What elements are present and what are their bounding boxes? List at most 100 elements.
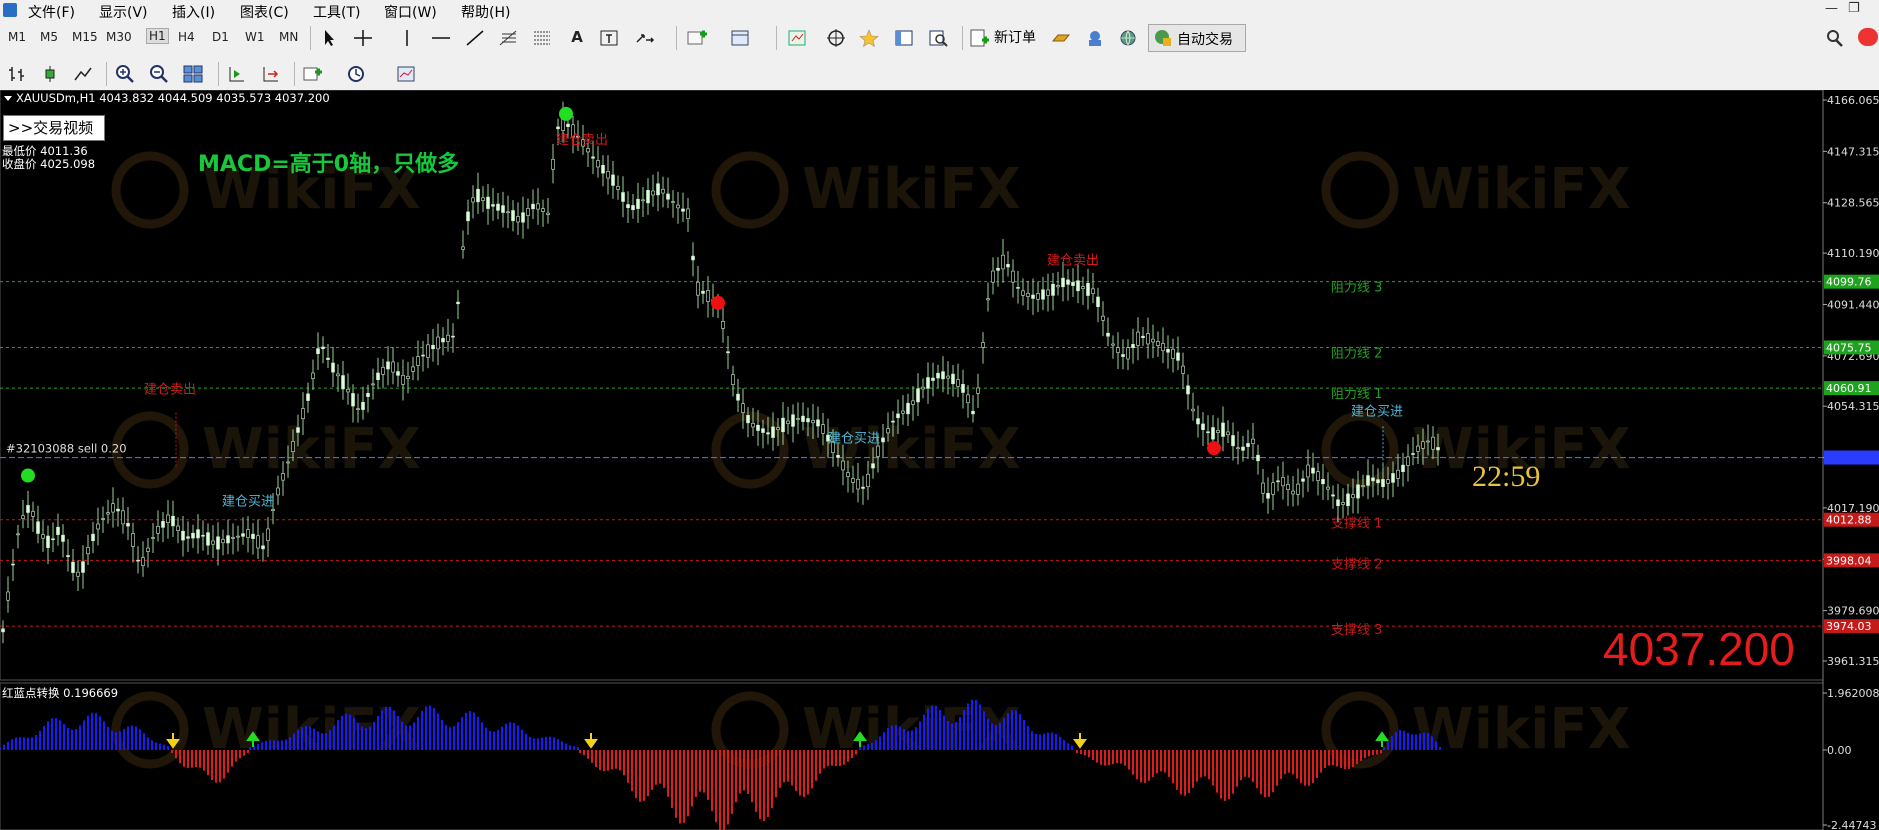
menu-file[interactable]: 文件(F): [28, 2, 75, 22]
watermark-logo: [111, 151, 189, 229]
candle-body: [1206, 431, 1210, 434]
candle-body: [726, 351, 730, 354]
chart-shift-icon[interactable]: [226, 64, 248, 84]
timeframe-h4[interactable]: H4: [178, 30, 195, 44]
candle-body: [66, 555, 70, 558]
templates-dropdown-icon[interactable]: [396, 64, 418, 84]
zoom-in-icon[interactable]: [114, 64, 136, 84]
timeframe-m30[interactable]: M30: [106, 30, 132, 44]
candle-body: [491, 204, 495, 207]
candle-body: [796, 418, 800, 420]
navigator-icon[interactable]: [825, 28, 847, 48]
horizontal-line-icon[interactable]: [430, 28, 452, 48]
candle-body: [76, 571, 80, 577]
indicator-axis-tick: -2.44743: [1827, 819, 1876, 830]
auto-trade-button[interactable]: 自动交易: [1148, 24, 1246, 52]
indicators-icon[interactable]: [302, 64, 324, 84]
menu-view[interactable]: 显示(V): [99, 2, 148, 22]
data-window-icon[interactable]: [893, 28, 915, 48]
autoscroll-icon[interactable]: [260, 64, 282, 84]
trendline-icon[interactable]: [464, 28, 486, 48]
menu-tools[interactable]: 工具(T): [313, 2, 360, 22]
video-button[interactable]: >>交易视频: [3, 115, 105, 141]
candlestick-icon[interactable]: [39, 64, 61, 84]
timeframe-w1[interactable]: W1: [245, 30, 265, 44]
timeframe-h1[interactable]: H1: [146, 28, 169, 44]
globe-icon[interactable]: [1117, 28, 1139, 48]
candle-body: [601, 165, 605, 174]
vertical-line-icon[interactable]: [396, 28, 418, 48]
notification-icon[interactable]: [1858, 28, 1878, 46]
new-order-icon[interactable]: [968, 28, 990, 48]
auto-trade-label: 自动交易: [1177, 32, 1233, 48]
candle-body: [636, 198, 640, 209]
timeframe-m5[interactable]: M5: [40, 30, 58, 44]
menu-window[interactable]: 窗口(W): [384, 2, 437, 22]
crosshair-icon[interactable]: [352, 28, 374, 48]
candle-body: [1296, 483, 1300, 495]
candle-body: [1036, 293, 1040, 300]
signal-label-sell: 建仓卖出: [556, 133, 608, 148]
candle-body: [1331, 494, 1335, 497]
price-chart[interactable]: WikiFX WikiFX WikiFXWikiFX WikiFX WikiFXWiki…: [0, 90, 1879, 830]
fibonacci-icon[interactable]: [497, 28, 519, 48]
timeframe-mn[interactable]: MN: [279, 30, 298, 44]
candle-body: [1001, 254, 1005, 270]
candle-body: [761, 428, 765, 433]
tile-icon[interactable]: [182, 64, 204, 84]
options-icon[interactable]: [1084, 28, 1106, 48]
zoom-out-icon[interactable]: [148, 64, 170, 84]
candle-body: [1216, 430, 1220, 433]
menu-charts[interactable]: 图表(C): [240, 2, 289, 22]
new-chart-icon[interactable]: [686, 28, 708, 48]
minimize-icon[interactable]: —: [1825, 1, 1838, 16]
candle-body: [126, 523, 130, 527]
candle-body: [681, 208, 685, 212]
candle-body: [566, 123, 570, 128]
candle-body: [546, 212, 550, 215]
arrows-icon[interactable]: [634, 28, 656, 48]
bar-chart-icon[interactable]: [6, 64, 28, 84]
channel-icon[interactable]: [531, 28, 553, 48]
menu-insert[interactable]: 插入(I): [172, 2, 215, 22]
candle-body: [816, 419, 820, 427]
templates-icon[interactable]: [730, 28, 752, 48]
timeframe-d1[interactable]: D1: [212, 30, 229, 44]
text-icon[interactable]: A: [566, 28, 588, 48]
candle-body: [836, 454, 840, 458]
candle-body: [606, 171, 610, 179]
candle-body: [731, 374, 735, 385]
candle-body: [916, 388, 920, 403]
candle-body: [1146, 333, 1150, 345]
candle-body: [196, 529, 200, 539]
candle-body: [531, 203, 535, 210]
periods-icon[interactable]: [346, 64, 368, 84]
level-price-text: 3998.04: [1826, 554, 1872, 567]
candle-body: [436, 336, 440, 350]
chart-window[interactable]: WikiFX WikiFX WikiFX WikiFX WikiFX WikiFX Wiki…: [0, 90, 1879, 830]
candle-body: [1421, 441, 1425, 449]
candle-body: [346, 388, 350, 393]
timeframe-m15[interactable]: M15: [72, 30, 98, 44]
menu-help[interactable]: 帮助(H): [461, 2, 510, 22]
line-chart-icon[interactable]: [72, 64, 94, 84]
new-order-button[interactable]: 新订单: [994, 26, 1036, 50]
candle-body: [1051, 283, 1055, 296]
label-icon[interactable]: [598, 28, 620, 48]
separator: [776, 26, 777, 50]
market-watch-icon[interactable]: [786, 28, 808, 48]
cursor-icon[interactable]: [318, 28, 340, 48]
favorites-icon[interactable]: [858, 28, 880, 48]
candle-body: [1221, 422, 1225, 437]
restore-icon[interactable]: ❐: [1848, 1, 1860, 16]
candle-body: [391, 361, 395, 373]
search-icon[interactable]: [1824, 28, 1846, 48]
separator: [218, 62, 219, 86]
candle-body: [326, 357, 330, 360]
gold-icon[interactable]: [1050, 28, 1072, 48]
candle-body: [1171, 348, 1175, 359]
timeframe-m1[interactable]: M1: [8, 30, 26, 44]
candle-body: [1316, 471, 1320, 481]
strategy-tester-icon[interactable]: [927, 28, 949, 48]
candle-body: [786, 420, 790, 425]
